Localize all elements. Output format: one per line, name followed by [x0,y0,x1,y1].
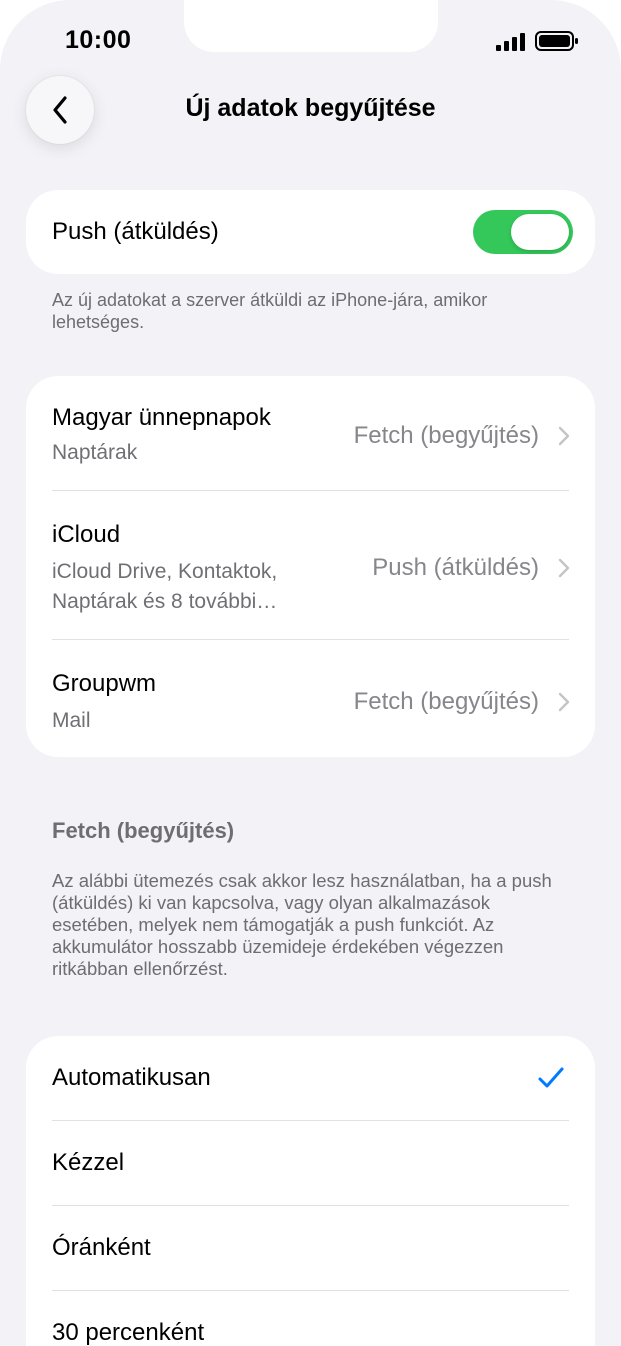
battery-icon [535,31,578,51]
account-name: Magyar ünnepnapok [52,404,271,431]
account-row-groupwm[interactable]: Groupwm Mail Fetch (begyűjtés) [26,640,595,757]
option-30-percenkent[interactable]: 30 percenként [26,1291,595,1346]
page-title: Új adatok begyűjtése [185,94,436,122]
checkmark-icon [538,1067,564,1088]
option-label: 30 percenként [52,1319,205,1346]
account-name: iCloud [52,521,121,548]
account-row-icloud[interactable]: iCloud iCloud Drive, Kontaktok, Naptárak… [26,491,595,639]
push-footnote: Az új adatokat a szerver átküldi az iPho… [52,290,488,332]
account-subtitle: iCloud Drive, Kontaktok, Naptárak és 8 t… [52,560,278,613]
option-orankent[interactable]: Óránként [26,1206,595,1290]
account-fetch-mode: Push (átküldés) [372,554,539,581]
option-kezzel[interactable]: Kézzel [26,1121,595,1205]
push-row: Push (átküldés) [26,190,595,274]
push-label: Push (átküldés) [52,218,219,245]
dynamic-notch [184,0,438,52]
chevron-right-icon [558,426,570,446]
chevron-right-icon [558,558,570,578]
chevron-right-icon [558,692,570,712]
option-label: Óránként [52,1234,151,1261]
account-row-magyar-unnepnapok[interactable]: Magyar ünnepnapok Naptárak Fetch (begyűj… [26,376,595,490]
settings-screen: 10:00 Új adatok begyűjtése Push (átküldé… [0,0,621,1346]
account-subtitle: Mail [52,709,91,732]
option-automatikusan[interactable]: Automatikusan [26,1036,595,1120]
fetch-schedule-list: Automatikusan Kézzel Óránként 30 percenk… [26,1036,595,1346]
accounts-list: Magyar ünnepnapok Naptárak Fetch (begyűj… [26,376,595,757]
status-time: 10:00 [65,26,132,54]
toggle-knob [511,214,569,250]
account-subtitle: Naptárak [52,441,138,464]
option-label: Kézzel [52,1149,125,1176]
push-toggle[interactable] [473,210,573,254]
cellular-signal-icon [496,33,525,51]
account-fetch-mode: Fetch (begyűjtés) [353,422,539,449]
account-fetch-mode: Fetch (begyűjtés) [353,688,539,715]
option-label: Automatikusan [52,1064,211,1091]
fetch-section-header: Fetch (begyűjtés) [52,818,235,843]
fetch-footnote: Az alábbi ütemezés csak akkor lesz haszn… [52,870,552,979]
account-name: Groupwm [52,670,157,697]
